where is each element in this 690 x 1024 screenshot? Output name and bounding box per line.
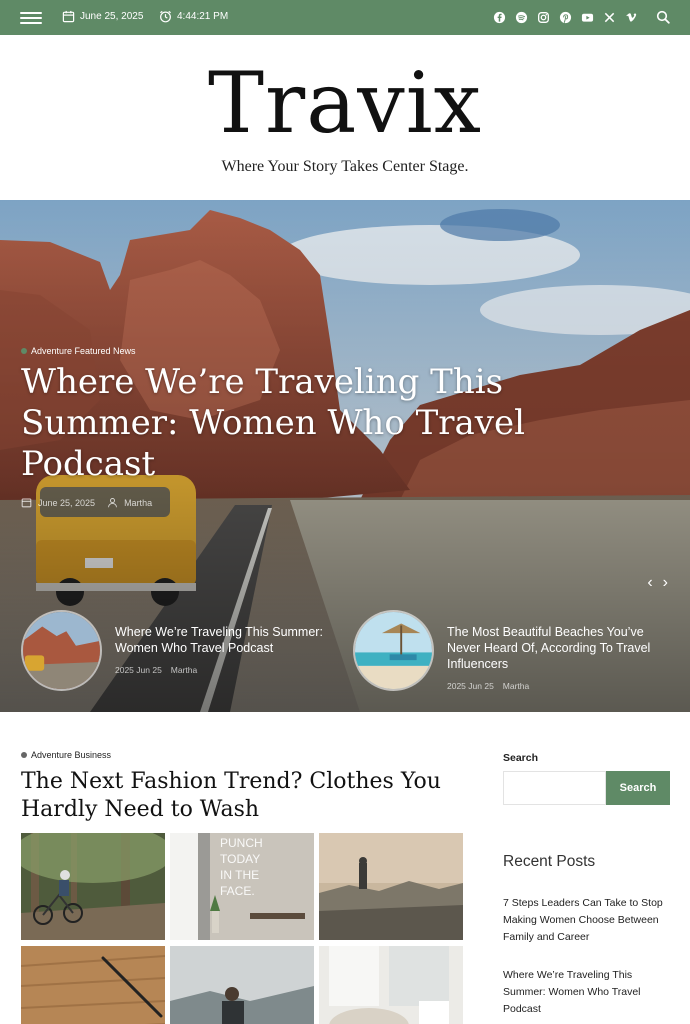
card-author[interactable]: Martha xyxy=(171,665,197,675)
calendar-icon xyxy=(21,498,32,508)
search-label: Search xyxy=(503,752,539,764)
gallery-image[interactable] xyxy=(170,946,314,1024)
card-date: 2025 Jun 25 xyxy=(447,681,494,691)
calendar-icon xyxy=(62,10,75,23)
card-title[interactable]: The Most Beautiful Beaches You’ve Never … xyxy=(447,624,673,672)
post-categories: Adventure Business xyxy=(21,750,464,760)
svg-text:FACE.: FACE. xyxy=(220,884,255,898)
gallery-image[interactable]: PUNCH TODAY IN THE FACE. xyxy=(170,833,314,940)
youtube-icon[interactable] xyxy=(581,11,594,24)
menu-icon[interactable] xyxy=(20,12,42,24)
card-thumbnail[interactable] xyxy=(353,610,434,691)
hero-author[interactable]: Martha xyxy=(124,498,152,508)
svg-text:PUNCH: PUNCH xyxy=(220,836,263,850)
search-form: Search xyxy=(503,771,670,805)
chevron-right-icon[interactable]: › xyxy=(663,574,668,592)
recent-post-link[interactable]: Where We’re Traveling This Summer: Women… xyxy=(503,967,670,1018)
category-dot xyxy=(21,348,27,354)
facebook-icon[interactable] xyxy=(493,11,506,24)
hero-category-text[interactable]: Adventure Featured News xyxy=(31,346,136,356)
site-tagline: Where Your Story Takes Center Stage. xyxy=(221,158,469,175)
top-bar: June 25, 2025 4:44:21 PM xyxy=(0,0,690,35)
clock-icon xyxy=(160,10,171,23)
instagram-icon[interactable] xyxy=(537,11,550,24)
hero-slider[interactable]: Adventure Featured News Where We’re Trav… xyxy=(0,200,690,712)
time-text: 4:44:21 PM xyxy=(177,11,229,22)
site-title[interactable]: Travix xyxy=(0,61,690,145)
social-links xyxy=(493,11,638,24)
date-text: June 25, 2025 xyxy=(80,11,144,22)
recent-post-link[interactable]: 7 Steps Leaders Can Take to Stop Making … xyxy=(503,895,670,946)
post-category-text[interactable]: Adventure Business xyxy=(31,750,111,760)
gallery-image[interactable] xyxy=(21,833,165,940)
card-title[interactable]: Where We’re Traveling This Summer: Women… xyxy=(115,624,341,656)
pinterest-icon[interactable] xyxy=(559,11,572,24)
current-time: 4:44:21 PM xyxy=(159,10,228,23)
post-title[interactable]: The Next Fashion Trend? Clothes You Hard… xyxy=(21,768,464,824)
card-date: 2025 Jun 25 xyxy=(115,665,162,675)
search-icon[interactable] xyxy=(656,10,670,24)
current-date: June 25, 2025 xyxy=(62,10,143,23)
chevron-left-icon[interactable]: ‹ xyxy=(647,574,652,592)
hero-categories: Adventure Featured News xyxy=(21,346,136,356)
slider-arrows: ‹ › xyxy=(647,574,668,592)
hero-card[interactable]: Where We’re Traveling This Summer: Women… xyxy=(21,610,341,691)
x-icon[interactable] xyxy=(603,11,616,24)
post-article: Adventure Business The Next Fashion Tren… xyxy=(21,750,464,824)
svg-text:IN THE: IN THE xyxy=(220,868,259,882)
svg-text:TODAY: TODAY xyxy=(220,852,260,866)
vimeo-icon[interactable] xyxy=(625,11,638,24)
recent-posts-list: 7 Steps Leaders Can Take to Stop Making … xyxy=(503,895,670,1018)
sidebar: Search Search Recent Posts 7 Steps Leade… xyxy=(503,752,670,1024)
search-input[interactable] xyxy=(503,771,606,805)
card-author[interactable]: Martha xyxy=(503,681,529,691)
gallery-image[interactable] xyxy=(319,833,463,940)
gallery-image[interactable] xyxy=(21,946,165,1024)
hero-date[interactable]: June 25, 2025 xyxy=(38,498,95,508)
spotify-icon[interactable] xyxy=(515,11,528,24)
search-button[interactable]: Search xyxy=(606,771,670,805)
hero-card[interactable]: The Most Beautiful Beaches You’ve Never … xyxy=(353,610,673,691)
user-icon xyxy=(108,498,117,508)
card-thumbnail[interactable] xyxy=(21,610,102,691)
recent-posts-title: Recent Posts xyxy=(503,853,596,870)
site-branding: Travix Where Your Story Takes Center Sta… xyxy=(0,35,690,200)
hero-post-meta: June 25, 2025 Martha xyxy=(21,497,152,508)
gallery-image[interactable] xyxy=(319,946,463,1024)
category-dot xyxy=(21,752,27,758)
hero-headline[interactable]: Where We’re Traveling This Summer: Women… xyxy=(21,362,541,485)
